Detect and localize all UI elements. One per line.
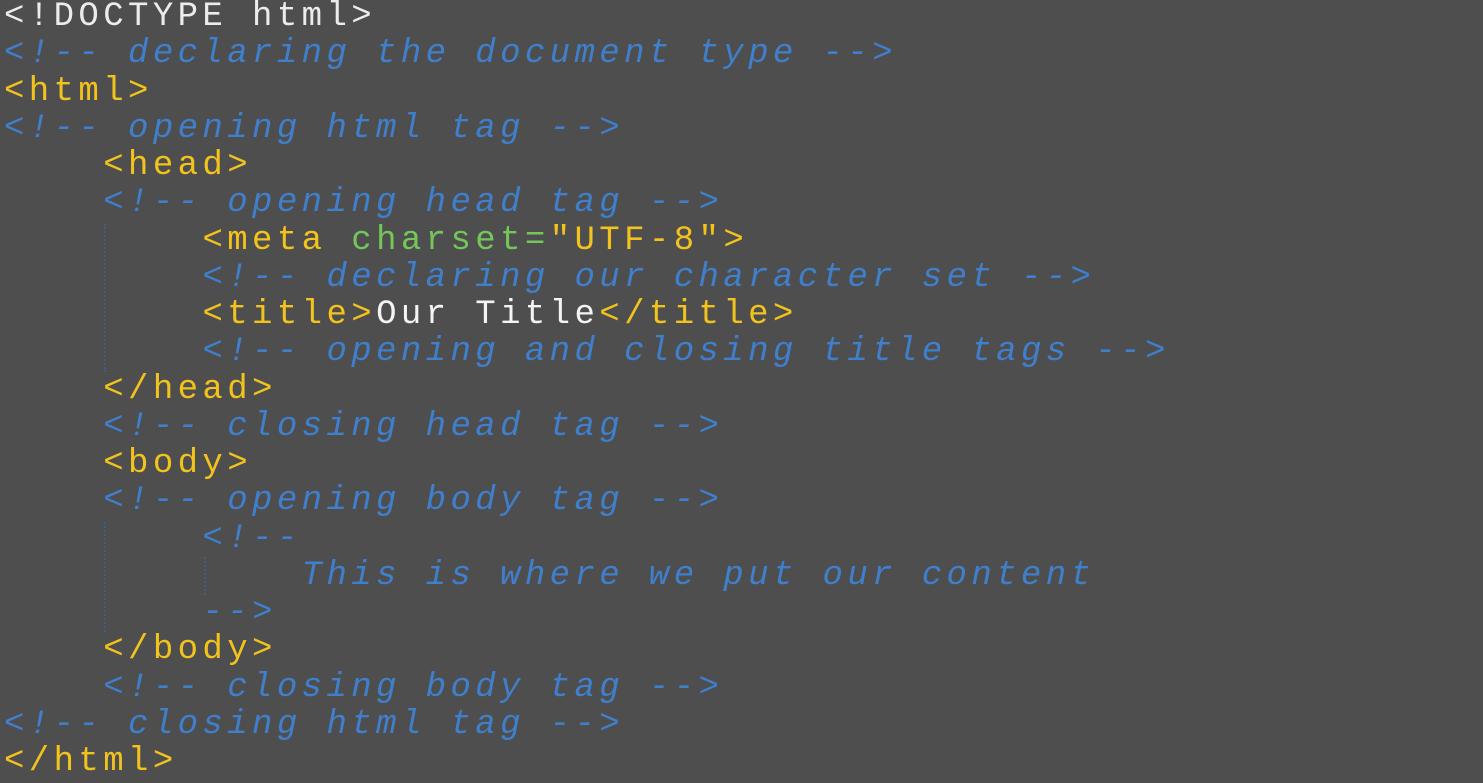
token-comment: <!-- bbox=[202, 519, 302, 558]
token-tag: <meta bbox=[202, 221, 352, 260]
token-comment: <!-- closing head tag --> bbox=[103, 407, 724, 446]
token-text: Our Title bbox=[376, 296, 600, 334]
token-comment: --> bbox=[202, 594, 277, 632]
token-tag: </head> bbox=[103, 370, 277, 409]
token-tag: <head> bbox=[103, 147, 253, 185]
token-comment: <!-- declaring the document type --> bbox=[4, 35, 897, 74]
token-comment: <!-- opening head tag --> bbox=[103, 184, 724, 223]
code-line: <!-- opening html tag --> bbox=[4, 109, 1170, 148]
code-line: --> bbox=[4, 594, 1170, 632]
token-comment: This is where we put our content bbox=[301, 556, 1096, 595]
code-line: <!-- closing body tag --> bbox=[4, 668, 1170, 707]
code-line: <body> bbox=[4, 445, 1170, 483]
code-line: <meta charset="UTF-8"> bbox=[4, 221, 1170, 260]
indent-guide bbox=[104, 522, 106, 632]
code-line: <!-- bbox=[4, 519, 1170, 558]
indent-guide bbox=[104, 224, 106, 372]
token-tag: <body> bbox=[103, 445, 253, 483]
token-comment: <!-- declaring our character set --> bbox=[202, 258, 1096, 297]
token-doctype: <!DOCTYPE html> bbox=[4, 0, 377, 36]
code-line: </head> bbox=[4, 370, 1170, 409]
token-comment: <!-- opening html tag --> bbox=[4, 109, 625, 148]
indent-guide bbox=[204, 557, 206, 595]
code-line: </body> bbox=[4, 632, 1170, 669]
code-editor[interactable]: <!DOCTYPE html> <!-- declaring the docume… bbox=[4, 0, 1170, 781]
code-line: <head> bbox=[4, 147, 1170, 185]
token-comment: <!-- opening body tag --> bbox=[103, 482, 724, 521]
code-line: <!-- declaring our character set --> bbox=[4, 258, 1170, 297]
token-tag: </body> bbox=[103, 631, 277, 670]
code-line: <!-- opening and closing title tags --> bbox=[4, 334, 1170, 371]
token-comment: <!-- closing html tag --> bbox=[4, 705, 625, 744]
token-tag: </html> bbox=[4, 743, 178, 781]
code-line: <!-- declaring the document type --> bbox=[4, 36, 1170, 73]
token-tag: > bbox=[723, 221, 749, 260]
code-line: <!-- opening body tag --> bbox=[4, 483, 1170, 520]
token-tag: </title> bbox=[599, 296, 798, 334]
token-string: "UTF-8" bbox=[549, 221, 724, 260]
code-line: <!-- closing head tag --> bbox=[4, 407, 1170, 446]
code-line: <!-- opening head tag --> bbox=[4, 185, 1170, 222]
token-attr: charset= bbox=[351, 221, 550, 260]
token-tag: <html> bbox=[4, 72, 153, 111]
code-line: <html> bbox=[4, 72, 1170, 111]
token-tag: <title> bbox=[202, 296, 377, 334]
token-comment: <!-- opening and closing title tags --> bbox=[202, 333, 1170, 372]
code-line: <!-- closing html tag --> bbox=[4, 705, 1170, 744]
token-comment: <!-- closing body tag --> bbox=[103, 668, 724, 707]
code-line: <!DOCTYPE html> bbox=[4, 0, 1170, 36]
code-line: </html> bbox=[4, 743, 1170, 781]
code-line: <title>Our Title</title> bbox=[4, 296, 1170, 334]
code-line: This is where we put our content bbox=[4, 556, 1170, 595]
